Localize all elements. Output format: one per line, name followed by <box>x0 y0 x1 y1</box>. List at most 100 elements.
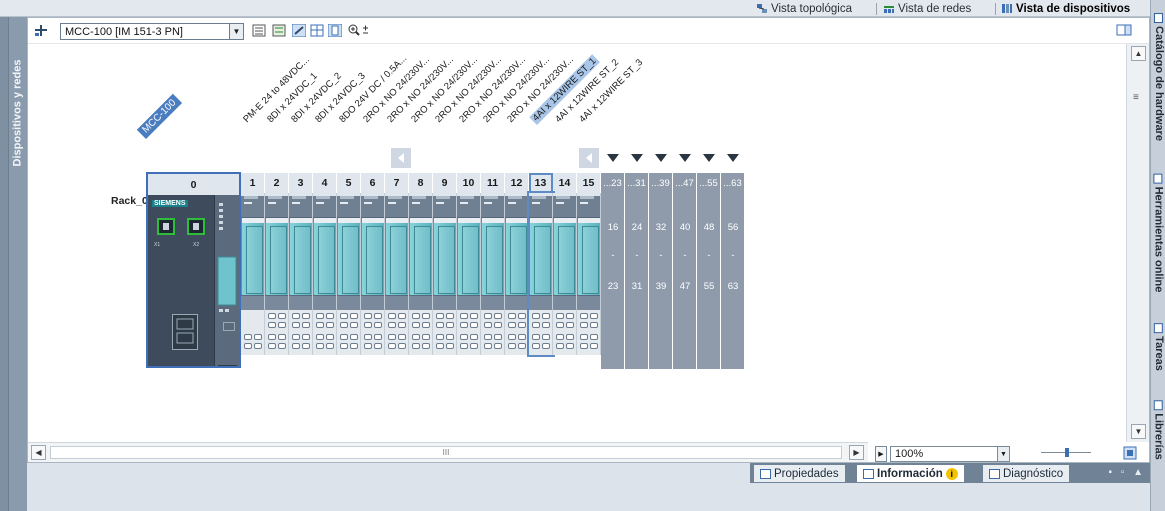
device-data-toggle-icon[interactable] <box>1116 24 1134 37</box>
expand-arrow-icon[interactable] <box>703 154 715 162</box>
interface-module[interactable]: 0 SIEMENS X1 X2 <box>146 172 241 368</box>
module-terminal-top <box>241 196 264 218</box>
properties-icon <box>760 468 771 479</box>
io-module-slot-5[interactable] <box>337 193 361 355</box>
io-module-slot-13[interactable] <box>527 191 555 357</box>
slot-header-3[interactable]: 3 <box>289 173 313 193</box>
io-module-slot-10[interactable] <box>457 193 481 355</box>
scroll-up-button[interactable]: ▲ <box>1131 46 1146 61</box>
devices-networks-panel[interactable]: Dispositivos y redes <box>0 17 27 511</box>
slot-header-15[interactable]: 15 <box>577 173 601 193</box>
page-view-icon[interactable] <box>327 23 343 38</box>
zoom-arrow-button[interactable]: ▶ <box>875 446 887 462</box>
scroll-down-button[interactable]: ▼ <box>1131 424 1146 439</box>
extension-from: 16 <box>607 222 619 233</box>
device-canvas[interactable]: MCC-100 PM-E 24 to 48VDC... 8DI x 24VDC_1… <box>28 44 1126 442</box>
slot-header-1[interactable]: 1 <box>241 173 265 193</box>
extension-from: 24 <box>631 222 643 233</box>
expand-arrow-icon[interactable] <box>727 154 739 162</box>
terminal-block <box>337 310 360 355</box>
tab-tasks[interactable]: Tareas <box>1152 312 1165 382</box>
slot-header-9[interactable]: 9 <box>433 173 457 193</box>
slot-header-10[interactable]: 10 <box>457 173 481 193</box>
network-tree-icon[interactable] <box>34 24 48 37</box>
io-module-slot-7[interactable] <box>385 193 409 355</box>
tab-online-tools[interactable]: Herramientas online <box>1152 165 1165 300</box>
extension-slot-range[interactable]: 40 - 47 <box>673 193 697 369</box>
extension-header[interactable]: ...23 <box>601 173 625 193</box>
zoom-selector[interactable]: 100% ▼ <box>890 446 1010 462</box>
expand-arrow-icon[interactable] <box>607 154 619 162</box>
chevron-down-icon[interactable]: ▼ <box>997 447 1009 461</box>
tab-diagnostics[interactable]: Diagnóstico <box>983 465 1070 482</box>
slot-header-11[interactable]: 11 <box>481 173 505 193</box>
tab-properties[interactable]: Propiedades <box>754 465 845 482</box>
diagnostics-icon <box>989 468 1000 479</box>
scroll-right-button[interactable]: ▶ <box>849 445 864 460</box>
slot-header-7[interactable]: 7 <box>385 173 409 193</box>
io-module-slot-9[interactable] <box>433 193 457 355</box>
extension-header[interactable]: ...31 <box>625 173 649 193</box>
io-module-slot-14[interactable] <box>553 193 577 355</box>
zoom-icon[interactable] <box>348 24 370 37</box>
device-name-label[interactable]: MCC-100 <box>136 93 182 139</box>
io-module-slot-11[interactable] <box>481 193 505 355</box>
slot-header-6[interactable]: 6 <box>361 173 385 193</box>
io-module-slot-8[interactable] <box>409 193 433 355</box>
io-module-slot-2[interactable] <box>265 193 289 355</box>
scroll-grip-icon: ≡ <box>1133 92 1139 103</box>
extension-slot-range[interactable]: 24 - 31 <box>625 193 649 369</box>
extension-slot-range[interactable]: 16 - 23 <box>601 193 625 369</box>
panel-window-controls[interactable]: ▪ ▫ ▲ <box>1108 467 1146 478</box>
extension-header[interactable]: ...39 <box>649 173 673 193</box>
expand-arrow-icon[interactable] <box>631 154 643 162</box>
module-body <box>577 218 600 295</box>
tab-hardware-catalog[interactable]: Catálogo de hardware <box>1152 2 1165 152</box>
slot-header-8[interactable]: 8 <box>409 173 433 193</box>
slot-header-13[interactable]: 13 <box>529 173 553 193</box>
devices-networks-tab[interactable]: Dispositivos y redes <box>10 53 24 173</box>
module-terminal-top <box>361 196 384 218</box>
zoom-slider[interactable] <box>1041 448 1091 457</box>
edit-tool-icon[interactable] <box>291 23 307 38</box>
vertical-scrollbar[interactable]: ▲ ≡ ▼ <box>1126 44 1149 442</box>
ethernet-port-2-icon[interactable] <box>187 218 205 235</box>
tab-network-view[interactable]: Vista de redes <box>883 1 971 16</box>
horizontal-scrollbar[interactable]: ◀ III ▶ <box>28 442 868 462</box>
ethernet-port-1-icon[interactable] <box>157 218 175 235</box>
grid-view-icon[interactable] <box>310 24 324 37</box>
extension-header[interactable]: ...55 <box>697 173 721 193</box>
io-module-slot-1[interactable] <box>241 193 265 355</box>
expand-arrow-icon[interactable] <box>679 154 691 162</box>
extension-slot-range[interactable]: 56 - 63 <box>721 193 745 369</box>
scroll-slots-left-button[interactable] <box>391 148 411 168</box>
device-selector[interactable]: MCC-100 [IM 151-3 PN] ▼ <box>60 23 244 40</box>
chevron-down-icon[interactable]: ▼ <box>229 24 243 39</box>
tab-libraries[interactable]: Librerías <box>1152 390 1165 470</box>
io-module-slot-12[interactable] <box>505 193 529 355</box>
scroll-slots-left-button-2[interactable] <box>579 148 599 168</box>
overview-navigation-icon[interactable] <box>1123 446 1137 460</box>
slot-header-5[interactable]: 5 <box>337 173 361 193</box>
interface-side-panel <box>214 195 239 366</box>
slot-header-12[interactable]: 12 <box>505 173 529 193</box>
slot-header-14[interactable]: 14 <box>553 173 577 193</box>
io-module-slot-6[interactable] <box>361 193 385 355</box>
expand-arrow-icon[interactable] <box>655 154 667 162</box>
extension-slot-range[interactable]: 48 - 55 <box>697 193 721 369</box>
horizontal-scroll-thumb[interactable]: III <box>50 446 842 459</box>
show-module-labels-icon[interactable] <box>272 24 286 37</box>
tab-device-view[interactable]: Vista de dispositivos <box>1001 1 1130 16</box>
io-module-slot-3[interactable] <box>289 193 313 355</box>
slot-header-4[interactable]: 4 <box>313 173 337 193</box>
io-module-slot-4[interactable] <box>313 193 337 355</box>
tab-info[interactable]: Información i <box>857 465 964 482</box>
scroll-left-button[interactable]: ◀ <box>31 445 46 460</box>
extension-header[interactable]: ...63 <box>721 173 745 193</box>
io-module-slot-15[interactable] <box>577 193 601 355</box>
tab-topological-view[interactable]: Vista topológica <box>756 1 852 16</box>
slot-header-2[interactable]: 2 <box>265 173 289 193</box>
extension-slot-range[interactable]: 32 - 39 <box>649 193 673 369</box>
extension-header[interactable]: ...47 <box>673 173 697 193</box>
device-overview-icon[interactable] <box>252 24 266 37</box>
